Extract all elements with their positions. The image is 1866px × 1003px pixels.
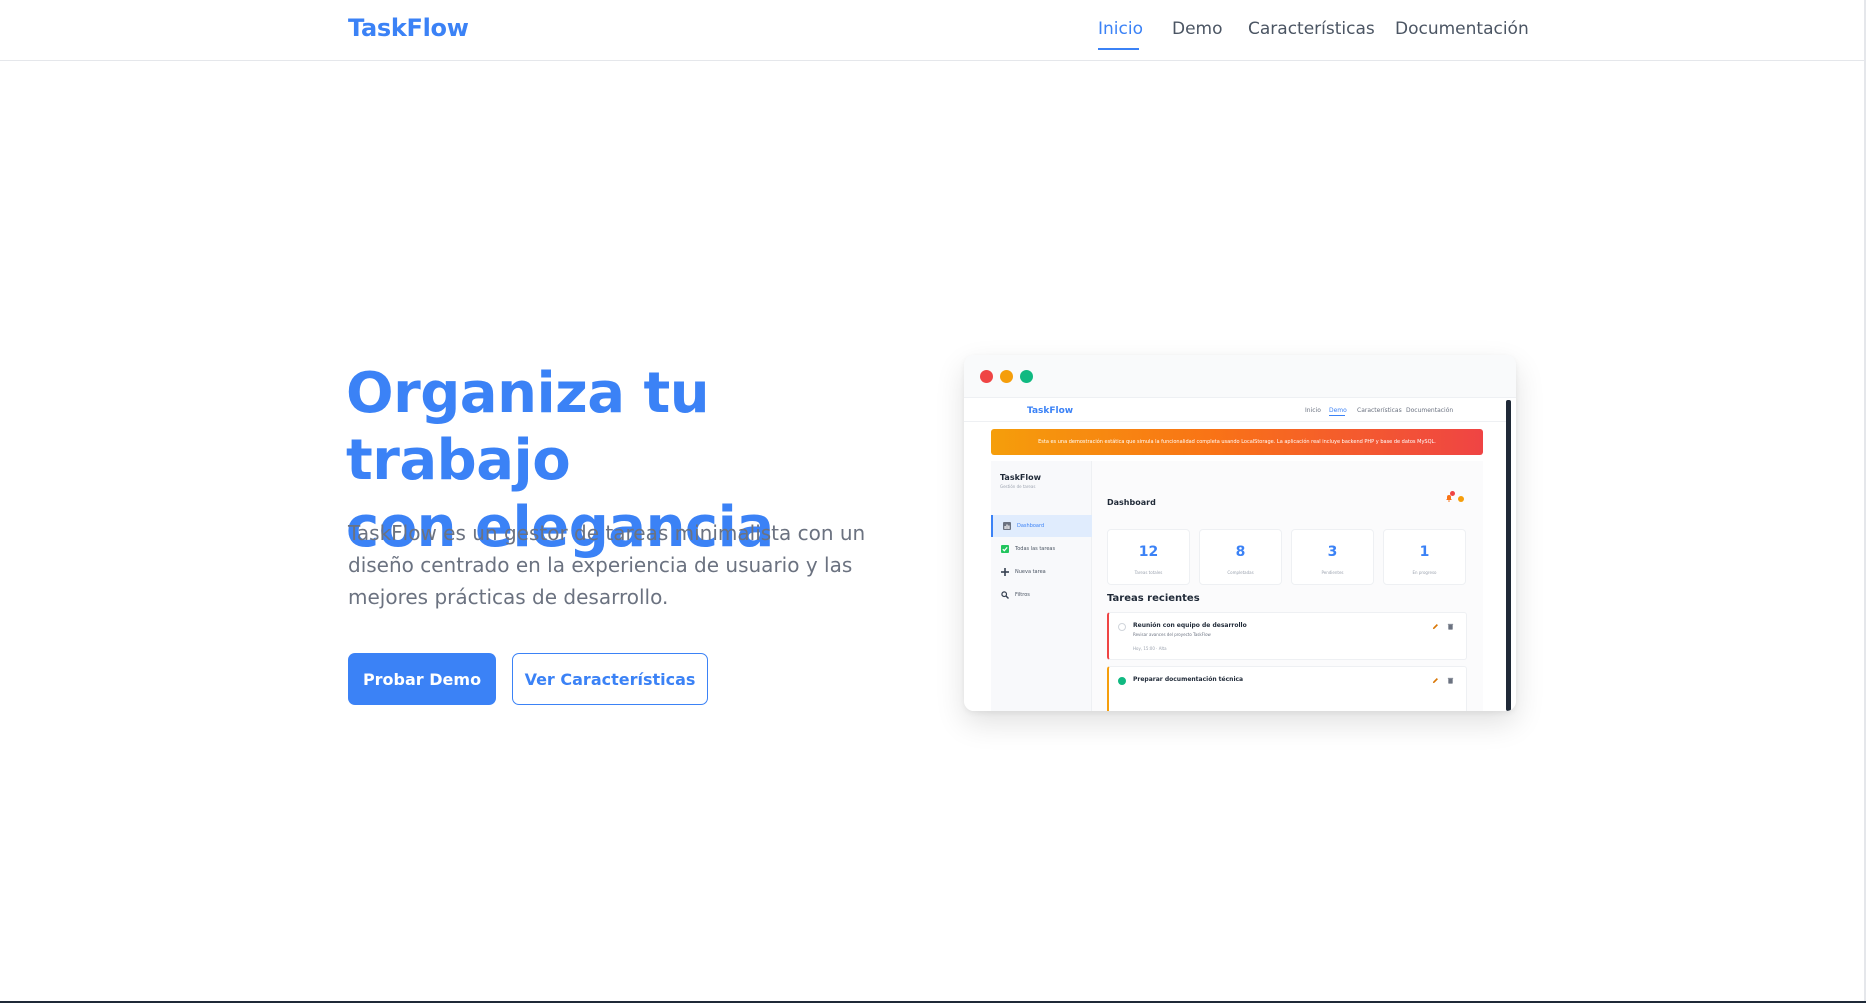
chart-icon (1003, 522, 1011, 530)
active-nav-indicator (1098, 48, 1139, 50)
preview-sidebar-item-tasks: Todas las tareas (991, 538, 1092, 560)
notification-badge (1450, 491, 1455, 496)
preview-dashboard-title: Dashboard (1107, 498, 1156, 507)
preview-task-row: Reunión con equipo de desarrollo Revisar… (1107, 612, 1467, 660)
task-title: Reunión con equipo de desarrollo (1133, 622, 1247, 629)
edit-icon (1432, 624, 1438, 630)
preview-sidebar-label: Todas las tareas (1015, 546, 1056, 552)
stat-label: En progreso (1412, 570, 1437, 575)
stat-label: Completadas (1227, 570, 1254, 575)
preview-recent-tasks-title: Tareas recientes (1107, 593, 1200, 604)
preview-nav-inicio: Inicio (1305, 407, 1321, 414)
preview-body: TaskFlow Inicio Demo Características Doc… (964, 398, 1516, 711)
stat-value: 8 (1235, 544, 1246, 560)
task-description: Revisar avances del proyecto TaskFlow (1133, 632, 1211, 637)
preview-nav-indicator (1329, 415, 1345, 416)
checkbox-icon (1001, 545, 1009, 553)
preview-sidebar-title: TaskFlow (1000, 473, 1041, 482)
preview-sidebar: TaskFlow Gestión de tareas Dashboard Tod… (991, 461, 1092, 711)
app-preview-window: TaskFlow Inicio Demo Características Doc… (964, 355, 1516, 711)
stat-card-pending: 3 Pendientes (1291, 529, 1374, 585)
nav-link-documentacion[interactable]: Documentación (1395, 19, 1529, 39)
stat-value: 12 (1138, 544, 1159, 560)
preview-nav-demo: Demo (1329, 407, 1347, 414)
preview-nav-documentacion: Documentación (1406, 407, 1454, 414)
preview-sidebar-label: Dashboard (1017, 523, 1045, 529)
preview-sidebar-item-new-task: Nueva tarea (991, 561, 1092, 583)
user-avatar (1458, 496, 1464, 502)
preview-sidebar-label: Nueva tarea (1015, 569, 1046, 575)
preview-sidebar-subtitle: Gestión de tareas (1000, 484, 1036, 489)
preview-brand: TaskFlow (1027, 406, 1074, 416)
stat-label: Tareas totales (1134, 570, 1163, 575)
stat-card-completed: 8 Completadas (1199, 529, 1282, 585)
task-meta: Hoy, 15:00 · Alta (1133, 646, 1167, 651)
preview-title-bar (964, 355, 1516, 398)
nav-link-inicio[interactable]: Inicio (1098, 19, 1143, 39)
nav-link-caracteristicas[interactable]: Características (1248, 19, 1375, 39)
brand-logo[interactable]: TaskFlow (348, 14, 469, 42)
preview-task-row: Preparar documentación técnica (1107, 666, 1467, 711)
stat-card-in-progress: 1 En progreso (1383, 529, 1466, 585)
task-checkbox (1118, 623, 1126, 631)
preview-app: TaskFlow Gestión de tareas Dashboard Tod… (991, 461, 1483, 711)
window-close-dot (980, 370, 993, 383)
stat-card-total: 12 Tareas totales (1107, 529, 1190, 585)
trash-icon (1447, 677, 1454, 684)
task-checkbox-done (1118, 677, 1126, 685)
view-features-button[interactable]: Ver Características (512, 653, 708, 705)
stat-value: 3 (1327, 544, 1338, 560)
preview-main: Dashboard 12 Tareas totales 8 Completada… (1092, 461, 1483, 711)
preview-nav-caracteristicas: Características (1357, 407, 1402, 414)
window-minimize-dot (1000, 370, 1013, 383)
trash-icon (1447, 623, 1454, 630)
preview-sidebar-item-filters: Filtros (991, 584, 1092, 606)
search-icon (1001, 591, 1009, 599)
preview-divider (964, 421, 1509, 422)
preview-demo-banner: Esta es una demostración estática que si… (991, 429, 1483, 455)
site-header: TaskFlow Inicio Demo Características Doc… (0, 0, 1866, 61)
window-maximize-dot (1020, 370, 1033, 383)
hero-description: TaskFlow es un gestor de tareas minimali… (348, 521, 866, 609)
plus-icon (1001, 568, 1009, 576)
preview-sidebar-item-dashboard: Dashboard (991, 515, 1092, 537)
preview-scrollbar (1506, 400, 1511, 711)
stat-label: Pendientes (1321, 570, 1344, 575)
hero-title-line1: Organiza tu trabajo (346, 361, 710, 493)
preview-stats: 12 Tareas totales 8 Completadas 3 Pendie… (1107, 529, 1467, 585)
task-title: Preparar documentación técnica (1133, 676, 1244, 683)
preview-sidebar-label: Filtros (1015, 592, 1030, 598)
stat-value: 1 (1419, 544, 1430, 560)
edit-icon (1432, 678, 1438, 684)
try-demo-button[interactable]: Probar Demo (348, 653, 496, 705)
nav-link-demo[interactable]: Demo (1172, 19, 1223, 39)
